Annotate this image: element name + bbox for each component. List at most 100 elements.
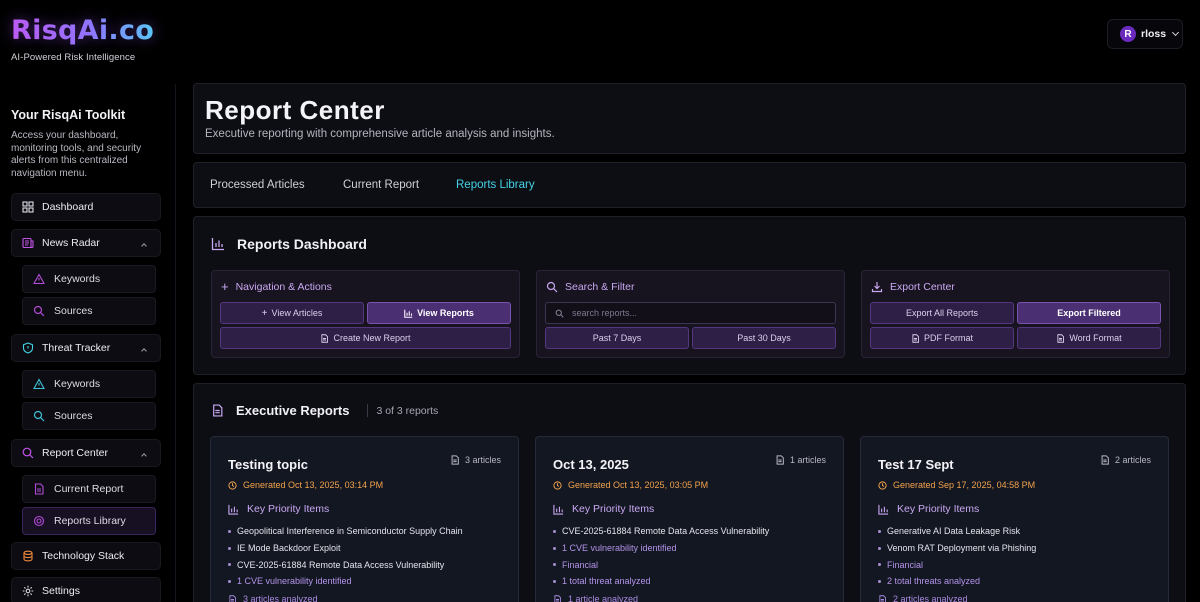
export-center-card: Export Center Export All Reports Export … xyxy=(861,270,1170,358)
search-icon xyxy=(33,305,45,317)
sidebar-item-threat-sources[interactable]: Sources xyxy=(22,402,156,430)
file-icon xyxy=(1056,333,1065,343)
gear-icon xyxy=(22,585,34,597)
list-item: IE Mode Backdoor Exploit xyxy=(228,540,463,557)
export-all-reports-button[interactable]: Export All Reports xyxy=(870,302,1014,324)
create-new-report-button[interactable]: Create New Report xyxy=(220,327,511,349)
bullet-icon xyxy=(878,563,881,567)
key-priority-heading: Key Priority Items xyxy=(878,503,979,515)
reports-dashboard-title: Reports Dashboard xyxy=(211,236,367,252)
sidebar-item-label: Sources xyxy=(54,305,93,317)
bar-chart-icon xyxy=(553,504,564,515)
bullet-icon xyxy=(553,546,556,550)
sidebar-item-news-sources[interactable]: Sources xyxy=(22,297,156,325)
sidebar-item-report-center[interactable]: Report Center xyxy=(11,439,161,467)
clock-icon xyxy=(553,480,562,490)
view-reports-button[interactable]: View Reports xyxy=(367,302,511,324)
sidebar-item-settings[interactable]: Settings xyxy=(11,577,161,602)
logo-text: RisqAi.co xyxy=(11,15,155,46)
tab-reports-library[interactable]: Reports Library xyxy=(456,179,535,191)
report-title: Oct 13, 2025 xyxy=(553,457,629,472)
sidebar-item-news-keywords[interactable]: Keywords xyxy=(22,265,156,293)
file-icon xyxy=(775,455,785,465)
tab-processed-articles[interactable]: Processed Articles xyxy=(210,179,305,191)
report-card[interactable]: Oct 13, 2025 1 articles Generated Oct 13… xyxy=(535,436,844,602)
sidebar-item-label: Current Report xyxy=(54,483,124,495)
list-item: Generative AI Data Leakage Risk xyxy=(878,523,1036,540)
file-icon xyxy=(878,594,887,602)
report-article-count: 1 articles xyxy=(775,455,826,465)
bullet-icon xyxy=(228,563,231,567)
bar-chart-icon xyxy=(878,504,889,515)
report-footer: 2 articles analyzed xyxy=(878,594,968,602)
clock-icon xyxy=(228,480,237,490)
page-subtitle: Executive reporting with comprehensive a… xyxy=(205,128,555,140)
sidebar-item-label: Settings xyxy=(42,585,80,597)
list-item: CVE-2025-61884 Remote Data Access Vulner… xyxy=(228,557,463,574)
sidebar-item-news-radar[interactable]: News Radar xyxy=(11,229,161,257)
sidebar-item-label: Threat Tracker xyxy=(42,342,111,354)
file-icon xyxy=(450,455,460,465)
tab-bar: Processed Articles Current Report Report… xyxy=(193,162,1186,208)
report-generated: Generated Oct 13, 2025, 03:14 PM xyxy=(228,480,383,490)
sidebar-item-technology-stack[interactable]: Technology Stack xyxy=(11,542,161,570)
search-icon xyxy=(555,309,564,318)
file-icon xyxy=(228,594,237,602)
bullet-icon xyxy=(553,529,556,533)
card-title: + Navigation & Actions xyxy=(221,279,332,294)
chevron-down-icon xyxy=(1172,28,1180,37)
alert-triangle-icon xyxy=(33,378,45,390)
sidebar-title: Your RisqAi Toolkit xyxy=(11,108,126,122)
report-title: Test 17 Sept xyxy=(878,457,954,472)
pdf-format-button[interactable]: PDF Format xyxy=(870,327,1014,349)
key-priority-list: CVE-2025-61884 Remote Data Access Vulner… xyxy=(553,523,769,590)
list-item: CVE-2025-61884 Remote Data Access Vulner… xyxy=(553,523,769,540)
list-item: 1 CVE vulnerability identified xyxy=(553,540,769,557)
sidebar-item-label: Dashboard xyxy=(42,201,94,213)
report-article-count: 2 articles xyxy=(1100,455,1151,465)
report-article-count: 3 articles xyxy=(450,455,501,465)
sidebar-item-threat-tracker[interactable]: Threat Tracker xyxy=(11,334,161,362)
bullet-icon xyxy=(553,580,556,584)
sidebar-item-threat-keywords[interactable]: Keywords xyxy=(22,370,156,398)
list-item: 2 total threats analyzed xyxy=(878,573,1036,590)
past-7-days-button[interactable]: Past 7 Days xyxy=(545,327,689,349)
bar-chart-icon xyxy=(228,504,239,515)
alert-triangle-icon xyxy=(33,273,45,285)
sidebar-item-label: Keywords xyxy=(54,273,101,285)
sidebar-item-label: Keywords xyxy=(54,378,101,390)
report-card[interactable]: Test 17 Sept 2 articles Generated Sep 17… xyxy=(860,436,1169,602)
library-icon xyxy=(33,515,45,527)
chevron-up-icon xyxy=(141,449,147,461)
newspaper-icon xyxy=(22,237,34,249)
user-menu-button[interactable]: R rloss xyxy=(1107,19,1183,49)
search-field[interactable] xyxy=(545,302,836,324)
key-priority-heading: Key Priority Items xyxy=(553,503,654,515)
logo-tagline: AI-Powered Risk Intelligence xyxy=(11,52,136,63)
sidebar-description: Access your dashboard, monitoring tools,… xyxy=(11,130,142,179)
report-card[interactable]: Testing topic 3 articles Generated Oct 1… xyxy=(210,436,519,602)
bar-chart-icon xyxy=(404,309,413,318)
plus-icon: + xyxy=(221,279,229,294)
view-articles-button[interactable]: + View Articles xyxy=(220,302,364,324)
bullet-icon xyxy=(228,546,231,550)
bullet-icon xyxy=(878,580,881,584)
sidebar-item-dashboard[interactable]: Dashboard xyxy=(11,193,161,221)
search-input[interactable] xyxy=(572,308,812,318)
report-title: Testing topic xyxy=(228,457,308,472)
app-logo[interactable]: RisqAi.co AI-Powered Risk Intelligence xyxy=(11,15,154,63)
file-icon xyxy=(1100,455,1110,465)
user-name: rloss xyxy=(1141,28,1167,40)
export-filtered-button[interactable]: Export Filtered xyxy=(1017,302,1161,324)
file-text-icon xyxy=(211,404,224,417)
list-item: Financial xyxy=(878,557,1036,574)
word-format-button[interactable]: Word Format xyxy=(1017,327,1161,349)
list-item: Geopolitical Interference in Semiconduct… xyxy=(228,523,463,540)
list-item: Venom RAT Deployment via Phishing xyxy=(878,540,1036,557)
sidebar-item-reports-library[interactable]: Reports Library xyxy=(22,507,156,535)
report-generated: Generated Oct 13, 2025, 03:05 PM xyxy=(553,480,708,490)
sidebar-item-current-report[interactable]: Current Report xyxy=(22,475,156,503)
divider xyxy=(367,404,369,417)
past-30-days-button[interactable]: Past 30 Days xyxy=(692,327,836,349)
tab-current-report[interactable]: Current Report xyxy=(343,179,419,191)
